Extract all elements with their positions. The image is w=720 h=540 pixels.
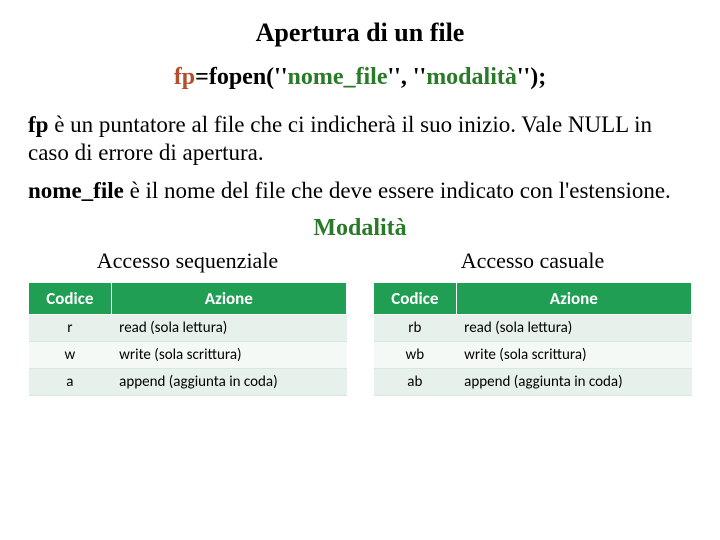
th-azione-left: Azione [111,283,346,315]
table-left: Codice Azione r read (sola lettura) w wr… [28,282,347,396]
caption-casual: Accesso casuale [373,248,692,274]
cell-code: rb [374,315,457,342]
table-right: Codice Azione rb read (sola lettura) wb … [373,282,692,396]
cell-action: write (sola scrittura) [111,342,346,369]
cell-code: r [29,315,112,342]
table-row: r read (sola lettura) [29,315,347,342]
kw-fp: fp [28,112,48,137]
cell-action: write (sola scrittura) [456,342,691,369]
paragraph-fp: fp è un puntatore al file che ci indiche… [28,111,692,167]
syntax-end: ); [530,64,546,90]
caption-sequential: Accesso sequenziale [28,248,347,274]
kw-nomefile: nome_file [28,178,124,203]
table-row: ab append (aggiunta in coda) [374,369,692,396]
syntax-sep: , [401,64,413,90]
table-sequential: Accesso sequenziale Codice Azione r read… [28,248,347,396]
cell-action: append (aggiunta in coda) [456,369,691,396]
syntax-fp: fp [174,64,195,90]
para2-rest: è il nome del file che deve essere indic… [124,178,671,203]
cell-action: read (sola lettura) [456,315,691,342]
th-codice-right: Codice [374,283,457,315]
syntax-line: fp=fopen(''nome_file'', ''modalità''); [28,64,692,91]
syntax-eq: =fopen( [195,64,274,90]
cell-code: ab [374,369,457,396]
cell-action: read (sola lettura) [111,315,346,342]
cell-action: append (aggiunta in coda) [111,369,346,396]
syntax-q3: '' [413,64,426,90]
table-casual: Accesso casuale Codice Azione rb read (s… [373,248,692,396]
modalita-heading: Modalità [28,215,692,242]
th-azione-right: Azione [456,283,691,315]
syntax-q2: '' [388,64,401,90]
table-row: w write (sola scrittura) [29,342,347,369]
page-title: Apertura di un file [28,18,692,48]
table-row: a append (aggiunta in coda) [29,369,347,396]
syntax-q4: '' [517,64,530,90]
table-row: wb write (sola scrittura) [374,342,692,369]
syntax-nome: nome_file [288,64,388,90]
cell-code: a [29,369,112,396]
th-codice-left: Codice [29,283,112,315]
cell-code: wb [374,342,457,369]
syntax-modalita: modalità [426,64,517,90]
para1-rest: è un puntatore al file che ci indicherà … [28,112,652,165]
paragraph-nomefile: nome_file è il nome del file che deve es… [28,177,692,205]
table-row: rb read (sola lettura) [374,315,692,342]
tables-container: Accesso sequenziale Codice Azione r read… [28,248,692,396]
cell-code: w [29,342,112,369]
syntax-q1: '' [274,64,287,90]
